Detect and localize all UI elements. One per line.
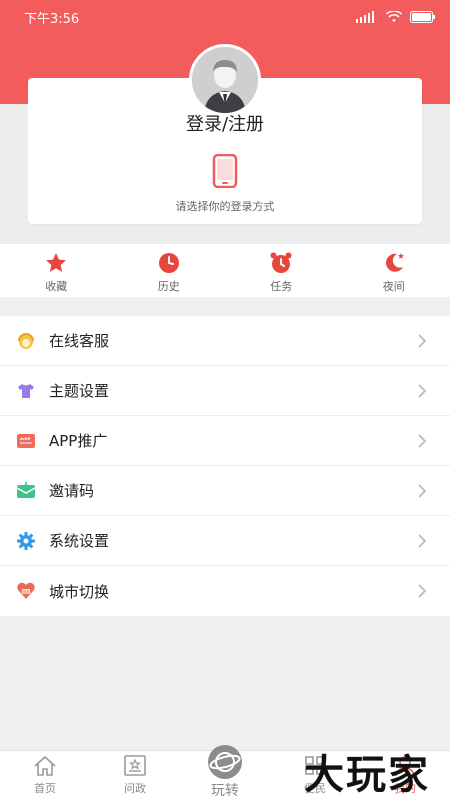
menu-label: 系统设置	[49, 532, 110, 550]
menu-label: 主题设置	[49, 382, 110, 400]
user-avatar-icon	[192, 47, 258, 113]
quick-night-mode[interactable]: 夜间	[338, 244, 450, 297]
menu-theme-settings[interactable]: 主题设置	[0, 366, 450, 416]
app-icon	[16, 431, 36, 451]
tab-label: 首页	[34, 782, 56, 795]
avatar[interactable]	[189, 44, 261, 116]
menu-label: APP推广	[49, 432, 108, 450]
quick-label: 收藏	[45, 280, 68, 293]
quick-actions: 收藏 历史 任务 夜间	[0, 244, 450, 297]
wifi-icon	[386, 11, 402, 22]
quick-label: 夜间	[382, 280, 405, 293]
tab-explore[interactable]: 玩转	[180, 741, 270, 800]
envelope-icon	[16, 481, 36, 501]
status-time: 下午3:56	[24, 11, 80, 27]
menu-label: 在线客服	[49, 332, 110, 350]
signal-icon	[356, 11, 374, 23]
quick-favorites[interactable]: 收藏	[0, 244, 113, 297]
question-icon	[124, 755, 146, 776]
menu-city-switch[interactable]: 城市切换	[0, 566, 450, 616]
planet-icon	[208, 745, 242, 779]
menu-invite-code[interactable]: 邀请码	[0, 466, 450, 516]
login-method-hint: 请选择你的登录方式	[175, 200, 275, 213]
moon-icon	[385, 253, 404, 272]
star-icon	[46, 253, 67, 272]
menu-app-promotion[interactable]: APP推广	[0, 416, 450, 466]
gear-icon	[16, 531, 36, 551]
quick-label: 任务	[270, 280, 293, 293]
clock-icon	[158, 253, 179, 273]
status-bar: 下午3:56	[0, 0, 450, 34]
tab-label: 玩转	[211, 783, 239, 799]
tab-home[interactable]: 首页	[0, 751, 90, 800]
battery-icon	[410, 11, 435, 23]
chevron-right-icon	[418, 533, 427, 548]
home-icon	[34, 755, 56, 776]
menu-online-support[interactable]: 在线客服	[0, 316, 450, 366]
tab-inquiry[interactable]: 问政	[90, 751, 180, 800]
quick-history[interactable]: 历史	[113, 244, 226, 297]
menu-label: 城市切换	[49, 582, 110, 601]
settings-menu: 在线客服 主题设置 APP推广 邀请码 系统设置 城市切换	[0, 316, 450, 616]
phone-icon[interactable]	[212, 154, 238, 188]
tshirt-icon	[16, 381, 36, 401]
support-icon	[16, 331, 36, 351]
alarm-icon	[270, 252, 292, 273]
chevron-right-icon	[418, 433, 427, 448]
menu-system-settings[interactable]: 系统设置	[0, 516, 450, 566]
tab-label: 问政	[124, 782, 146, 795]
menu-label: 邀请码	[49, 482, 95, 500]
chevron-right-icon	[418, 483, 427, 498]
watermark: 大玩家	[304, 752, 430, 798]
status-icons	[356, 11, 436, 23]
city-icon	[16, 581, 36, 601]
chevron-right-icon	[418, 383, 427, 398]
chevron-right-icon	[418, 333, 427, 348]
quick-label: 历史	[157, 280, 180, 293]
quick-tasks[interactable]: 任务	[225, 244, 338, 297]
chevron-right-icon	[418, 584, 427, 598]
